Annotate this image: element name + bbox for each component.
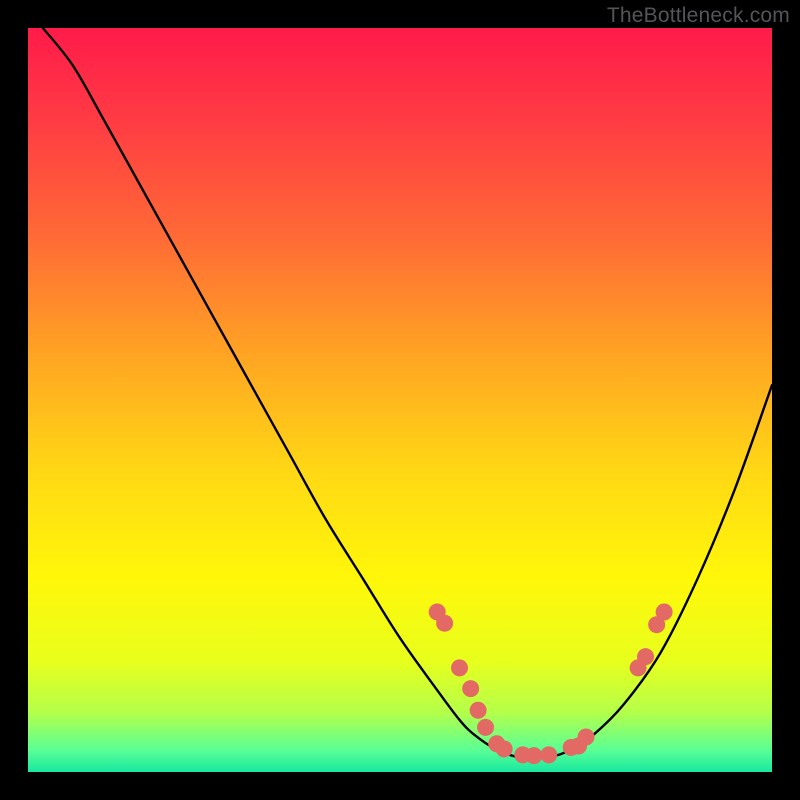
threshold-dot bbox=[436, 615, 453, 632]
threshold-dot bbox=[477, 719, 494, 736]
threshold-dots bbox=[429, 604, 673, 765]
threshold-dot bbox=[540, 746, 557, 763]
threshold-dot bbox=[578, 729, 595, 746]
watermark-text: TheBottleneck.com bbox=[607, 4, 790, 28]
plot-area bbox=[28, 28, 772, 772]
chart-frame: TheBottleneck.com bbox=[0, 0, 800, 800]
threshold-dot bbox=[451, 659, 468, 676]
threshold-dot bbox=[637, 648, 654, 665]
threshold-dot bbox=[496, 740, 513, 757]
curve-layer bbox=[28, 28, 772, 772]
threshold-dot bbox=[462, 680, 479, 697]
threshold-dot bbox=[656, 604, 673, 621]
threshold-dot bbox=[525, 747, 542, 764]
bottleneck-curve bbox=[43, 28, 772, 758]
threshold-dot bbox=[470, 702, 487, 719]
